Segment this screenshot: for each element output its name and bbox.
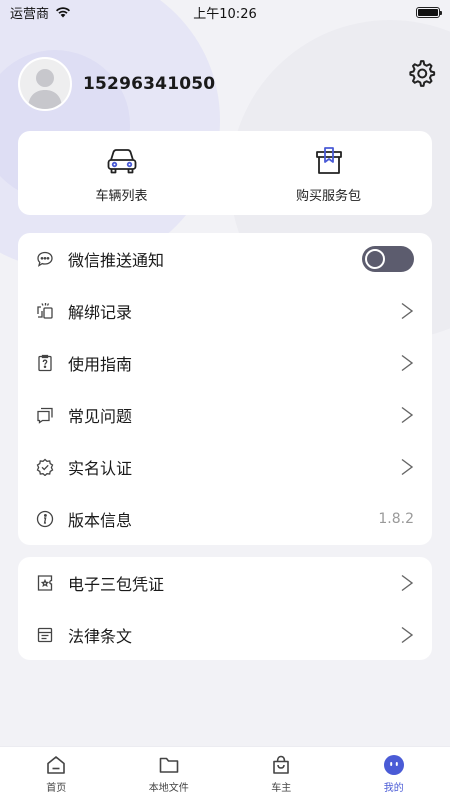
tab-owner[interactable]: 车主 xyxy=(225,747,338,800)
home-icon xyxy=(47,755,66,774)
chevron-right-icon xyxy=(401,458,414,476)
tab-home-label: 首页 xyxy=(46,782,67,794)
vehicle-list-label: 车辆列表 xyxy=(95,188,148,204)
user-guide-row[interactable]: 使用指南 xyxy=(18,337,432,389)
real-name-verification-label: 实名认证 xyxy=(68,459,133,478)
info-icon xyxy=(36,510,54,528)
tab-mine-label: 我的 xyxy=(383,782,404,794)
vehicle-list-button[interactable]: 车辆列表 xyxy=(18,131,225,215)
gear-icon[interactable] xyxy=(406,58,436,88)
chevron-right-icon xyxy=(401,626,414,644)
wechat-push-row[interactable]: 微信推送通知 xyxy=(18,233,432,285)
bottom-tab-bar: 首页 本地文件 车主 我的 xyxy=(0,746,450,800)
chevron-right-icon xyxy=(401,354,414,372)
tab-mine[interactable]: 我的 xyxy=(338,747,450,800)
tab-local-files[interactable]: 本地文件 xyxy=(113,747,226,800)
phone-number: 15296341050 xyxy=(83,74,216,94)
version-info-label: 版本信息 xyxy=(68,511,133,530)
profile-header: 15296341050 xyxy=(18,56,438,112)
unbind-record-row[interactable]: 解绑记录 xyxy=(18,285,432,337)
status-bar: 运营商 上午10:26 xyxy=(0,0,450,24)
unbind-record-icon xyxy=(36,302,54,320)
service-package-icon xyxy=(315,146,342,174)
tab-local-files-label: 本地文件 xyxy=(148,782,189,794)
avatar[interactable] xyxy=(18,57,72,111)
faq-row[interactable]: 常见问题 xyxy=(18,389,432,441)
chevron-right-icon xyxy=(401,302,414,320)
legal-terms-row[interactable]: 法律条文 xyxy=(18,609,432,661)
shopping-bag-icon xyxy=(273,755,290,774)
settings-menu-card: 微信推送通知 解绑记录 使用指南 常见问题 实名认证 版本信息 1.8.2 xyxy=(18,233,432,545)
clock: 上午10:26 xyxy=(193,6,257,22)
version-info-row[interactable]: 版本信息 1.8.2 xyxy=(18,493,432,545)
tab-home[interactable]: 首页 xyxy=(0,747,113,800)
legal-terms-label: 法律条文 xyxy=(68,627,133,646)
car-icon xyxy=(107,148,136,173)
wechat-push-label: 微信推送通知 xyxy=(68,251,165,270)
guide-icon xyxy=(36,354,54,372)
chevron-right-icon xyxy=(401,406,414,424)
quick-actions-card: 车辆列表 购买服务包 xyxy=(18,131,432,215)
folder-icon xyxy=(159,757,179,773)
version-number: 1.8.2 xyxy=(378,511,414,527)
document-icon xyxy=(36,626,54,644)
unbind-record-label: 解绑记录 xyxy=(68,303,133,322)
default-avatar-icon xyxy=(20,59,70,109)
warranty-certificate-label: 电子三包凭证 xyxy=(68,575,165,594)
verified-shield-icon xyxy=(36,458,54,476)
buy-service-package-label: 购买服务包 xyxy=(295,188,361,204)
profile-face-icon xyxy=(383,754,404,775)
battery-icon xyxy=(416,6,442,18)
warranty-ticket-icon xyxy=(36,574,54,592)
user-guide-label: 使用指南 xyxy=(68,355,133,374)
chat-bubble-icon xyxy=(36,250,54,268)
warranty-certificate-row[interactable]: 电子三包凭证 xyxy=(18,557,432,609)
tab-owner-label: 车主 xyxy=(271,782,292,794)
buy-service-package-button[interactable]: 购买服务包 xyxy=(225,131,432,215)
faq-icon xyxy=(36,406,54,424)
faq-label: 常见问题 xyxy=(68,407,133,426)
wechat-push-toggle[interactable] xyxy=(362,246,414,272)
real-name-verification-row[interactable]: 实名认证 xyxy=(18,441,432,493)
legal-menu-card: 电子三包凭证 法律条文 xyxy=(18,557,432,660)
chevron-right-icon xyxy=(401,574,414,592)
